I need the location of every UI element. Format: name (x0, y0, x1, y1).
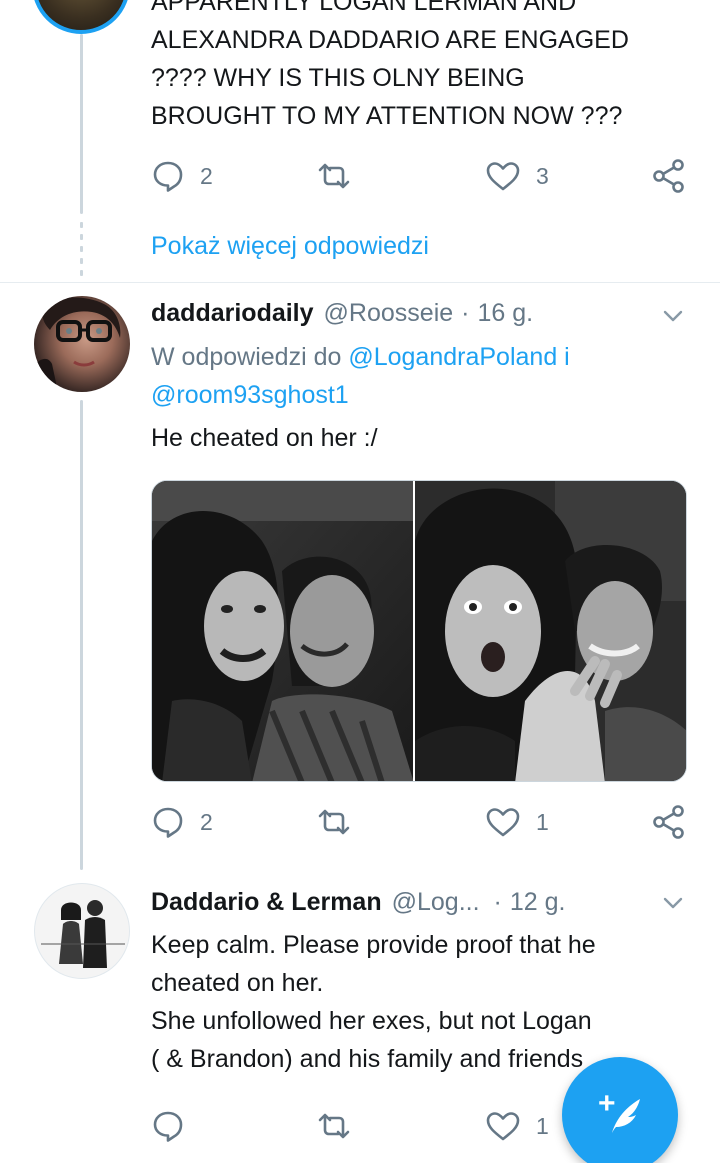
reply-button[interactable]: 2 (150, 802, 213, 842)
timestamp[interactable]: 16 g. (477, 297, 533, 329)
retweet-button[interactable] (314, 156, 354, 196)
divider (0, 282, 720, 283)
compose-tweet-icon: + (598, 1087, 640, 1133)
reply-prefix: W odpowiedzi do (151, 343, 342, 371)
mention-link[interactable]: @LogandraPoland (348, 343, 557, 371)
tweet3-line: cheated on her. (151, 969, 324, 997)
like-count: 1 (536, 808, 549, 835)
thread-line (80, 400, 83, 870)
tweet-media[interactable] (151, 480, 687, 782)
tweet1-line: ALEXANDRA DADDARIO ARE ENGAGED (151, 26, 629, 54)
user-handle[interactable]: @Roosseie (324, 297, 454, 329)
retweet-button[interactable] (314, 1106, 354, 1146)
glasses-icon (34, 297, 121, 392)
thread-line (80, 34, 83, 214)
tweet1-line: ???? WHY IS THIS OLNY BEING (151, 64, 525, 92)
share-button[interactable] (650, 802, 688, 842)
reply-count: 2 (200, 162, 213, 189)
tweet3-line: Keep calm. Please provide proof that he (151, 931, 596, 959)
show-more-replies-link[interactable]: Pokaż więcej odpowiedzi (151, 228, 429, 264)
reply-icon (153, 807, 183, 838)
photo-image (152, 481, 414, 781)
tweet1-actions: 2 3 (150, 156, 700, 196)
avatar-tweet3[interactable] (34, 883, 130, 979)
photo-image (415, 481, 686, 781)
reply-button[interactable]: 2 (150, 156, 213, 196)
tweet2-actions: 2 1 (150, 802, 700, 842)
reply-count: 2 (200, 808, 213, 835)
reply-button[interactable] (150, 1106, 186, 1146)
share-icon (653, 805, 684, 839)
retweet-button[interactable] (314, 802, 354, 842)
photo-right[interactable] (415, 481, 686, 781)
avatar-tweet2[interactable] (34, 296, 130, 392)
mention-and: i (564, 343, 570, 371)
separator-dot: · (461, 299, 470, 327)
separator-dot: · (493, 888, 502, 916)
chevron-down-icon[interactable] (660, 303, 686, 329)
tweet1-line: BROUGHT TO MY ATTENTION NOW ??? (151, 102, 623, 130)
avatar-tweet1[interactable] (32, 0, 130, 34)
tweet2-header: daddariodaily @Roosseie · 16 g. (151, 297, 680, 329)
photo-left[interactable] (152, 481, 414, 781)
user-handle[interactable]: @Log... (392, 886, 480, 918)
retweet-icon (318, 163, 350, 189)
reply-context: W odpowiedzi do @LogandraPoland i @room9… (151, 338, 691, 414)
like-button[interactable]: 1 (484, 802, 549, 842)
tweet3-line: She unfollowed her exes, but not Logan (151, 1007, 592, 1035)
tweet3-header: Daddario & Lerman @Log... · 12 g. (151, 886, 680, 918)
reply-icon (153, 161, 183, 192)
like-button[interactable]: 1 (484, 1106, 549, 1146)
tweet2-body: He cheated on her :/ (151, 424, 378, 452)
tweet1-text: APPARENTLY LOGAN LERMAN AND ALEXANDRA DA… (151, 0, 691, 135)
couple-logo-icon (41, 900, 125, 968)
thread-dots (80, 222, 83, 282)
timestamp[interactable]: 12 g. (510, 886, 566, 918)
tweet2-text: He cheated on her :/ (151, 419, 691, 457)
share-icon (653, 159, 684, 193)
heart-icon (486, 1112, 520, 1141)
tweet1-line: APPARENTLY LOGAN LERMAN AND (151, 0, 577, 16)
compose-tweet-button[interactable]: + (562, 1057, 678, 1163)
chevron-down-icon[interactable] (660, 890, 686, 916)
compose-plus-label: + (598, 1087, 616, 1120)
display-name[interactable]: daddariodaily (151, 297, 314, 329)
reply-icon (153, 1111, 183, 1142)
retweet-icon (318, 809, 350, 835)
tweet3-text: Keep calm. Please provide proof that he … (151, 926, 691, 1078)
heart-icon (486, 162, 520, 191)
display-name[interactable]: Daddario & Lerman (151, 886, 382, 918)
mention-link[interactable]: @room93sghost1 (151, 381, 349, 409)
like-button[interactable]: 3 (484, 156, 549, 196)
retweet-icon (318, 1113, 350, 1139)
heart-icon (486, 808, 520, 837)
share-button[interactable] (650, 156, 688, 196)
like-count: 1 (536, 1112, 549, 1139)
like-count: 3 (536, 162, 549, 189)
